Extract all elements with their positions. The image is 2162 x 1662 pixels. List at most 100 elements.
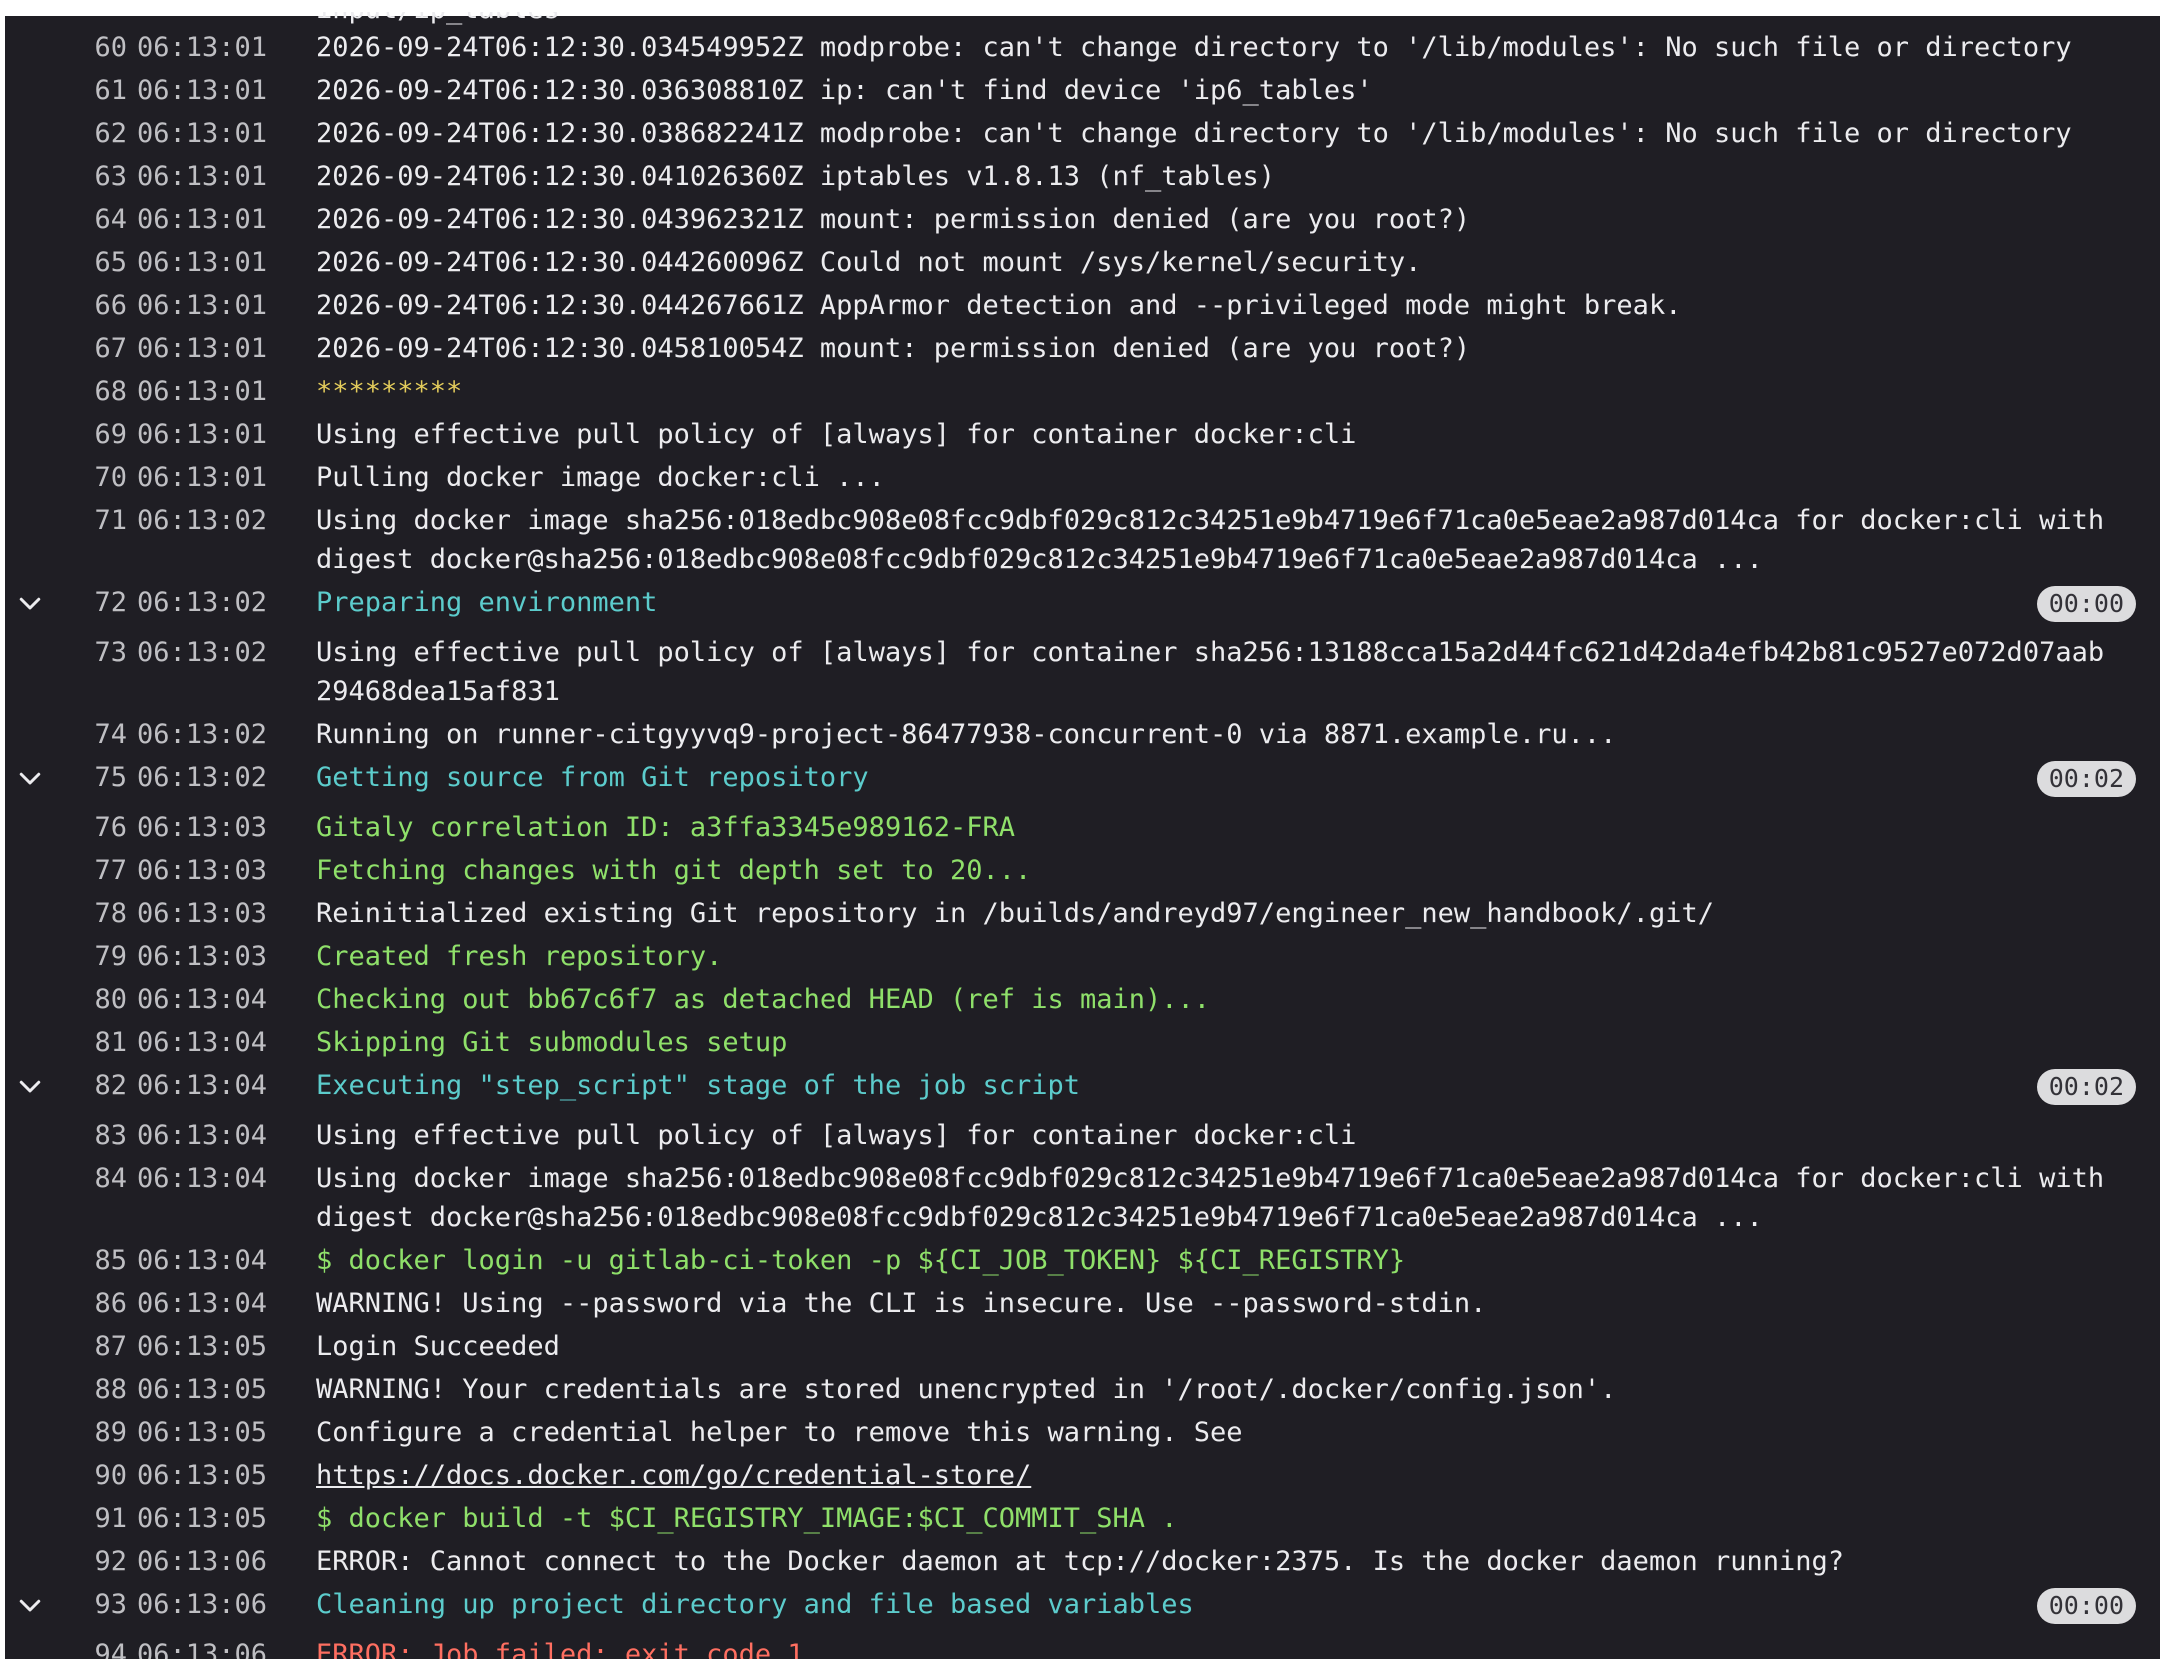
- line-timestamp: 06:13:01: [136, 75, 267, 106]
- log-line: 69 06:13:01 Using effective pull policy of…: [5, 413, 2160, 456]
- log-line: 81 06:13:04 Skipping Git submodules setup: [5, 1021, 2160, 1064]
- line-text: Skipping Git submodules setup: [316, 1027, 788, 1058]
- line-number[interactable]: 83: [55, 1114, 127, 1157]
- line-number[interactable]: 91: [55, 1497, 127, 1540]
- line-number[interactable]: 62: [55, 112, 127, 155]
- line-timestamp: 06:13:05: [136, 1331, 267, 1362]
- line-number[interactable]: 84: [55, 1157, 127, 1200]
- log-line: 91 06:13:05 $ docker build -t $CI_REGISTRY…: [5, 1497, 2160, 1540]
- log-line: 70 06:13:01 Pulling docker image docker:cl…: [5, 456, 2160, 499]
- line-text: 2026-09-24T06:12:30.036308810Z ip: can't…: [316, 75, 1373, 106]
- line-timestamp: 06:13:01: [136, 118, 267, 149]
- log-line: 76 06:13:03 Gitaly correlation ID: a3ffa33…: [5, 806, 2160, 849]
- chevron-down-icon[interactable]: [15, 1583, 45, 1633]
- line-timestamp: 06:13:06: [136, 1546, 267, 1577]
- line-timestamp: 06:13:01: [136, 204, 267, 235]
- line-number[interactable]: 72: [55, 581, 127, 624]
- line-text: Using effective pull policy of [always] …: [316, 419, 1357, 450]
- line-text: Gitaly correlation ID: a3ffa3345e989162-…: [316, 812, 1015, 843]
- line-number[interactable]: 85: [55, 1239, 127, 1282]
- line-timestamp: 06:13:01: [136, 290, 267, 321]
- line-number[interactable]: 81: [55, 1021, 127, 1064]
- line-text: Using docker image sha256:018edbc908e08f…: [316, 505, 2121, 575]
- line-number[interactable]: 77: [55, 849, 127, 892]
- section-toggle[interactable]: [5, 1583, 55, 1633]
- line-text: Preparing environment: [316, 587, 658, 618]
- line-timestamp: 06:13:05: [136, 1503, 267, 1534]
- line-number[interactable]: 61: [55, 69, 127, 112]
- line-timestamp: 06:13:01: [136, 462, 267, 493]
- line-text: $ docker build -t $CI_REGISTRY_IMAGE:$CI…: [316, 1503, 1178, 1534]
- section-toggle[interactable]: [5, 756, 55, 806]
- line-text: Login Succeeded: [316, 1331, 560, 1362]
- line-text: *********: [316, 376, 463, 407]
- log-section-header[interactable]: 82 06:13:04 Executing "step_script" stage …: [5, 1064, 2160, 1114]
- line-number[interactable]: 92: [55, 1540, 127, 1583]
- line-number[interactable]: 89: [55, 1411, 127, 1454]
- chevron-down-icon[interactable]: [15, 581, 45, 631]
- log-line: 86 06:13:04 WARNING! Using --password via …: [5, 1282, 2160, 1325]
- log-line: 92 06:13:06 ERROR: Cannot connect to the D…: [5, 1540, 2160, 1583]
- log-line: 64 06:13:01 2026-09-24T06:12:30.043962321Z…: [5, 198, 2160, 241]
- log-section-header[interactable]: 72 06:13:02 Preparing environment 00:00: [5, 581, 2160, 631]
- line-number[interactable]: 67: [55, 327, 127, 370]
- line-text: 2026-09-24T06:12:30.045810054Z mount: pe…: [316, 333, 1471, 364]
- log-section-header[interactable]: 75 06:13:02 Getting source from Git reposi…: [5, 756, 2160, 806]
- log-line: 94 06:13:06 ERROR: Job failed: exit code 1: [5, 1633, 2160, 1659]
- line-number[interactable]: 68: [55, 370, 127, 413]
- chevron-down-icon[interactable]: [15, 1064, 45, 1114]
- section-toggle[interactable]: [5, 581, 55, 631]
- log-line: 87 06:13:05 Login Succeeded: [5, 1325, 2160, 1368]
- log-line: 85 06:13:04 $ docker login -u gitlab-ci-to…: [5, 1239, 2160, 1282]
- line-text: Using effective pull policy of [always] …: [316, 637, 2105, 707]
- line-text: 2026-09-24T06:12:30.043962321Z mount: pe…: [316, 204, 1471, 235]
- line-number[interactable]: 86: [55, 1282, 127, 1325]
- line-number[interactable]: 79: [55, 935, 127, 978]
- line-timestamp: 06:13:02: [136, 762, 267, 793]
- line-timestamp: 06:13:04: [136, 1120, 267, 1151]
- log-link[interactable]: https://docs.docker.com/go/credential-st…: [316, 1454, 2160, 1497]
- line-number[interactable]: 65: [55, 241, 127, 284]
- line-text: Checking out bb67c6f7 as detached HEAD (…: [316, 984, 1211, 1015]
- line-number[interactable]: 70: [55, 456, 127, 499]
- line-number[interactable]: 73: [55, 631, 127, 674]
- line-number[interactable]: 82: [55, 1064, 127, 1107]
- line-number[interactable]: 71: [55, 499, 127, 542]
- line-number[interactable]: 75: [55, 756, 127, 799]
- line-timestamp: 06:13:04: [136, 1163, 267, 1194]
- line-number[interactable]: 88: [55, 1368, 127, 1411]
- line-number[interactable]: 69: [55, 413, 127, 456]
- log-line: 62 06:13:01 2026-09-24T06:12:30.038682241Z…: [5, 112, 2160, 155]
- line-text: WARNING! Using --password via the CLI is…: [316, 1288, 1487, 1319]
- line-number[interactable]: 87: [55, 1325, 127, 1368]
- line-text: Configure a credential helper to remove …: [316, 1417, 1243, 1448]
- line-text: 2026-09-24T06:12:30.041026360Z iptables …: [316, 161, 1276, 192]
- line-number[interactable]: 94: [55, 1633, 127, 1659]
- line-text: Reinitialized existing Git repository in…: [316, 898, 1714, 929]
- job-log: input/ip_tables 60 06:13:01 2026-09-24T06:…: [5, 12, 2160, 1659]
- line-number[interactable]: 63: [55, 155, 127, 198]
- line-number[interactable]: 90: [55, 1454, 127, 1497]
- line-number[interactable]: 80: [55, 978, 127, 1021]
- line-text: 2026-09-24T06:12:30.044260096Z Could not…: [316, 247, 1422, 278]
- line-number[interactable]: 74: [55, 713, 127, 756]
- log-line: 67 06:13:01 2026-09-24T06:12:30.045810054Z…: [5, 327, 2160, 370]
- section-duration-badge: 00:00: [2036, 586, 2136, 622]
- log-line: 80 06:13:04 Checking out bb67c6f7 as detac…: [5, 978, 2160, 1021]
- line-timestamp: 06:13:01: [136, 376, 267, 407]
- log-line: 65 06:13:01 2026-09-24T06:12:30.044260096Z…: [5, 241, 2160, 284]
- line-number[interactable]: 93: [55, 1583, 127, 1626]
- log-line: 63 06:13:01 2026-09-24T06:12:30.041026360Z…: [5, 155, 2160, 198]
- log-section-header[interactable]: 93 06:13:06 Cleaning up project directory …: [5, 1583, 2160, 1633]
- line-number[interactable]: 78: [55, 892, 127, 935]
- section-toggle[interactable]: [5, 1064, 55, 1114]
- log-line: 61 06:13:01 2026-09-24T06:12:30.036308810Z…: [5, 69, 2160, 112]
- line-text: Executing "step_script" stage of the job…: [316, 1070, 1081, 1101]
- section-duration-badge: 00:00: [2036, 1588, 2136, 1624]
- chevron-down-icon[interactable]: [15, 756, 45, 806]
- line-number[interactable]: 60: [55, 26, 127, 69]
- line-number[interactable]: 66: [55, 284, 127, 327]
- line-number[interactable]: 76: [55, 806, 127, 849]
- line-number[interactable]: 64: [55, 198, 127, 241]
- line-text: Running on runner-citgyyvq9-project-8647…: [316, 719, 1617, 750]
